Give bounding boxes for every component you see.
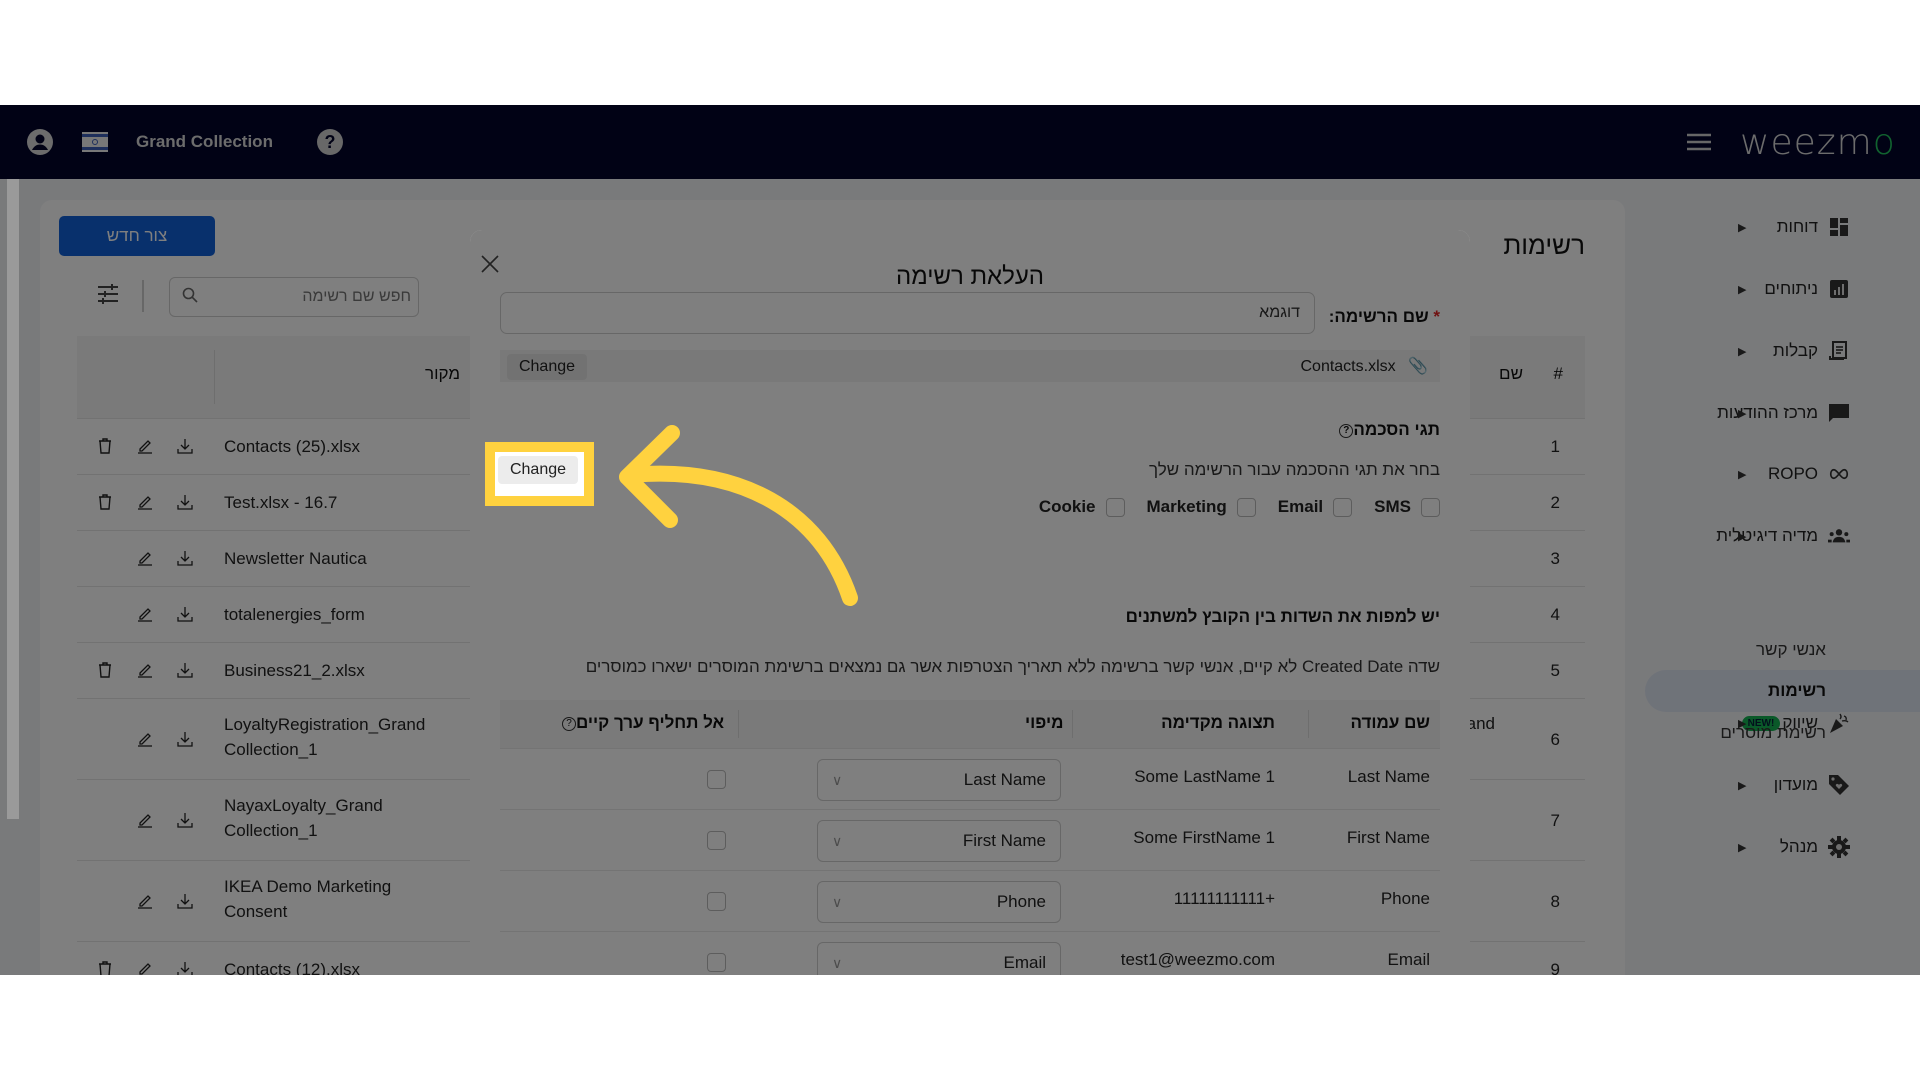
consent-checkbox[interactable]	[1236, 497, 1256, 517]
mapping-select[interactable]: ∨ First Name	[817, 820, 1061, 862]
top-bar: Grand Collection ? weezm o	[0, 105, 1920, 179]
chevron-down-icon[interactable]: ∨	[832, 894, 842, 911]
modal-title: העלאת רשימה	[895, 263, 1044, 290]
page-scrollbar[interactable]	[7, 179, 19, 819]
mapping-preview: 11111111111+	[1173, 889, 1275, 908]
consent-option-label: Marketing	[1146, 497, 1227, 516]
consent-tags-title-text: תגי הסכמה	[1353, 420, 1440, 439]
chevron-down-icon[interactable]: ∨	[832, 955, 842, 972]
mapping-preview: Some FirstName 1	[1133, 828, 1275, 847]
mapping-select[interactable]: ∨ Phone	[817, 881, 1061, 923]
list-name-label-text: שם הרשימה:	[1328, 307, 1429, 326]
mapping-table: שם עמודה תצוגה מקדימה מיפוי ? אל תחליף ער…	[500, 700, 1440, 975]
user-circle-icon[interactable]	[26, 105, 54, 179]
consent-option-sms[interactable]: SMS	[1374, 497, 1440, 517]
mapping-title: יש למפות את השדות בין הקובץ למשתנים	[1125, 607, 1440, 626]
list-name-field[interactable]	[500, 292, 1315, 334]
chevron-down-icon[interactable]: ∨	[832, 772, 842, 789]
mapping-row: Email test1@weezmo.com ∨ Email	[500, 931, 1440, 975]
consent-tags-title: ? תגי הסכמה	[1339, 420, 1440, 440]
mapping-selected-value: Email	[1003, 953, 1046, 972]
mapping-row: Phone 11111111111+ ∨ Phone	[500, 870, 1440, 931]
col-preview: תצוגה מקדימה	[1161, 713, 1275, 732]
header-divider	[738, 710, 739, 738]
weezmo-logo: weezm o	[1740, 105, 1896, 179]
consent-option-email[interactable]: Email	[1277, 497, 1353, 517]
header-divider	[1072, 710, 1073, 738]
file-name: Contacts.xlsx 📎	[1300, 356, 1428, 376]
consent-option-cookie[interactable]: Cookie	[1039, 497, 1125, 517]
change-file-button[interactable]: Change	[507, 354, 587, 380]
mapping-selected-value: First Name	[962, 831, 1046, 850]
col-column-name: שם עמודה	[1350, 713, 1430, 732]
account-name: Grand Collection	[136, 132, 273, 151]
mapping-select[interactable]: ∨ Last Name	[817, 759, 1061, 801]
consent-option-label: SMS	[1374, 497, 1411, 516]
no-overwrite-checkbox[interactable]	[707, 892, 726, 911]
change-file-button-highlighted[interactable]: Change	[498, 456, 578, 484]
list-name-input[interactable]	[501, 293, 1314, 333]
col-mapping: מיפוי	[1025, 713, 1064, 732]
mapping-select[interactable]: ∨ Email	[817, 942, 1061, 975]
mapping-column-name: Phone	[1380, 889, 1430, 908]
paperclip-icon: 📎	[1408, 358, 1428, 375]
svg-text:?: ?	[325, 132, 336, 152]
mapping-selected-value: Last Name	[963, 770, 1046, 789]
app-frame: רשימות צור חדש # שם מקור Contacts (25).x…	[0, 105, 1920, 975]
col-no-overwrite: ? אל תחליף ערך קיים	[562, 713, 724, 733]
consent-checkbox[interactable]	[1105, 497, 1125, 517]
header-divider	[1308, 710, 1309, 738]
consent-option-label: Email	[1277, 497, 1324, 516]
hamburger-menu-icon[interactable]	[1686, 105, 1712, 179]
mapping-column-name: Last Name	[1347, 767, 1430, 786]
file-name-text: Contacts.xlsx	[1300, 358, 1396, 375]
upload-list-modal: העלאת רשימה * שם הרשימה: Contacts.xlsx 📎…	[470, 230, 1470, 975]
help-circle-icon[interactable]: ?	[562, 716, 576, 731]
consent-option-marketing[interactable]: Marketing	[1147, 497, 1256, 517]
help-circle-icon[interactable]: ?	[1339, 423, 1354, 438]
chevron-down-icon[interactable]: ∨	[832, 833, 842, 850]
mapping-column-name: Email	[1387, 950, 1430, 969]
mapping-preview: test1@weezmo.com	[1120, 950, 1275, 969]
no-overwrite-checkbox[interactable]	[707, 770, 726, 789]
list-name-label: * שם הרשימה:	[1329, 307, 1440, 327]
no-overwrite-checkbox[interactable]	[707, 953, 726, 972]
mapping-note: שדה Created Date לא קיים, אנשי קשר ברשימ…	[585, 657, 1440, 676]
mapping-preview: Some LastName 1	[1134, 767, 1275, 786]
mapping-row: First Name Some FirstName 1 ∨ First Name	[500, 809, 1440, 870]
mapping-row: Last Name Some LastName 1 ∨ Last Name	[500, 748, 1440, 809]
consent-tags-description: בחר את תגי ההסכמה עבור הרשימה שלך	[1149, 460, 1440, 479]
mapping-selected-value: Phone	[996, 892, 1046, 911]
no-overwrite-checkbox[interactable]	[707, 831, 726, 850]
mapping-table-header: שם עמודה תצוגה מקדימה מיפוי ? אל תחליף ער…	[500, 700, 1440, 748]
help-circle-icon[interactable]: ?	[316, 105, 344, 179]
logo-text: weezm	[1740, 121, 1873, 163]
logo-accent: o	[1872, 121, 1896, 163]
consent-options: SMS Email Marketing Cookie	[1017, 497, 1440, 517]
consent-option-label: Cookie	[1038, 497, 1096, 516]
col-no-overwrite-text: אל תחליף ערך קיים	[576, 713, 725, 732]
consent-checkbox[interactable]	[1333, 497, 1353, 517]
israel-flag-icon[interactable]	[82, 105, 108, 179]
consent-checkbox[interactable]	[1421, 497, 1440, 517]
file-row: Contacts.xlsx 📎 Change	[500, 350, 1440, 382]
required-mark: *	[1433, 307, 1440, 326]
mapping-table-body: Last Name Some LastName 1 ∨ Last Name First …	[500, 748, 1440, 975]
mapping-column-name: First Name	[1346, 828, 1430, 847]
change-button-highlight: Change	[485, 442, 594, 506]
